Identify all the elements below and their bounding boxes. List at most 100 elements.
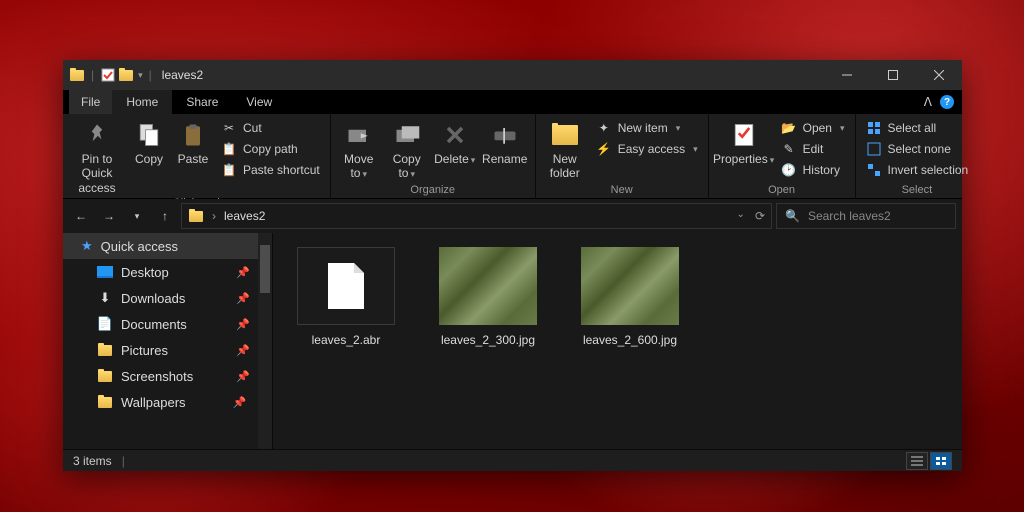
delete-button[interactable]: Delete▾	[433, 116, 477, 166]
image-thumbnail	[439, 247, 537, 325]
pin-to-quick-access-button[interactable]: Pin to Quick access	[69, 116, 125, 195]
quick-access-toolbar: | ▾ |	[69, 67, 156, 83]
edit-icon: ✎	[781, 141, 797, 157]
collapse-ribbon-icon[interactable]: ᐱ	[924, 95, 932, 109]
ribbon-group-open: Properties▾ 📂Open▾ ✎Edit 🕑History Open	[709, 114, 856, 198]
tab-home[interactable]: Home	[112, 90, 172, 114]
address-bar[interactable]: › leaves2 ⌄ ⟳	[181, 203, 772, 229]
search-icon: 🔍	[785, 209, 800, 223]
copy-to-button[interactable]: Copy to▾	[385, 116, 429, 181]
select-none-button[interactable]: Select none	[862, 139, 973, 159]
tab-share[interactable]: Share	[172, 90, 232, 114]
separator: |	[149, 68, 152, 82]
sidebar-scrollbar[interactable]	[258, 233, 272, 449]
copy-button[interactable]: Copy	[129, 116, 169, 166]
pin-icon: 📌	[236, 318, 250, 331]
move-to-button[interactable]: Move to▾	[337, 116, 381, 181]
up-button[interactable]: ↑	[153, 204, 177, 228]
tab-view[interactable]: View	[232, 90, 286, 114]
body: ★Quick access Desktop📌 ⬇Downloads📌 📄Docu…	[63, 233, 962, 449]
invert-icon	[866, 162, 882, 178]
sidebar-item-desktop[interactable]: Desktop📌	[63, 259, 272, 285]
newfolder-qat-icon[interactable]	[118, 67, 134, 83]
thumbnails-view-button[interactable]	[930, 452, 952, 470]
ribbon-group-clipboard: Pin to Quick access Copy Paste ✂Cut 📋Cop…	[63, 114, 331, 198]
file-menu[interactable]: File	[69, 90, 112, 114]
navbar: ← → ▾ ↑ › leaves2 ⌄ ⟳ 🔍 Search leaves2	[63, 199, 962, 233]
sidebar-item-screenshots[interactable]: Screenshots📌	[63, 363, 272, 389]
close-button[interactable]	[916, 60, 962, 90]
cut-button[interactable]: ✂Cut	[217, 118, 324, 138]
sidebar-item-downloads[interactable]: ⬇Downloads📌	[63, 285, 272, 311]
item-count: 3 items	[73, 454, 112, 468]
window-title: leaves2	[162, 68, 203, 82]
star-icon: ★	[81, 238, 93, 254]
folder-icon	[97, 368, 113, 384]
paste-icon	[177, 120, 209, 150]
forward-button[interactable]: →	[97, 204, 121, 228]
pin-icon: 📌	[236, 266, 250, 279]
moveto-icon	[343, 120, 375, 150]
open-button[interactable]: 📂Open▾	[777, 118, 849, 138]
paste-shortcut-button[interactable]: 📋Paste shortcut	[217, 160, 324, 180]
folder-icon	[69, 67, 85, 83]
file-item[interactable]: leaves_2_600.jpg	[575, 247, 685, 347]
folder-icon	[97, 394, 113, 410]
back-button[interactable]: ←	[69, 204, 93, 228]
desktop-icon	[97, 264, 113, 280]
copy-path-button[interactable]: 📋Copy path	[217, 139, 324, 159]
breadcrumb-current[interactable]: leaves2	[224, 209, 265, 223]
file-item[interactable]: leaves_2_300.jpg	[433, 247, 543, 347]
recent-dropdown[interactable]: ▾	[125, 204, 149, 228]
history-button[interactable]: 🕑History	[777, 160, 849, 180]
edit-button[interactable]: ✎Edit	[777, 139, 849, 159]
ribbon-group-new: New folder ✦New item▾ ⚡Easy access▾ New	[536, 114, 709, 198]
sidebar-item-pictures[interactable]: Pictures📌	[63, 337, 272, 363]
maximize-button[interactable]	[870, 60, 916, 90]
qat-dropdown-icon[interactable]: ▾	[138, 70, 143, 81]
open-icon: 📂	[781, 120, 797, 136]
download-icon: ⬇	[97, 290, 113, 306]
rename-button[interactable]: Rename	[481, 116, 529, 166]
properties-button[interactable]: Properties▾	[715, 116, 773, 166]
group-label: Select	[862, 182, 973, 198]
file-thumbnail	[297, 247, 395, 325]
paste-button[interactable]: Paste	[173, 116, 213, 166]
ribbon-group-select: Select all Select none Invert selection …	[856, 114, 979, 198]
sidebar-item-wallpapers[interactable]: Wallpapers📌⌄	[63, 389, 272, 415]
file-item[interactable]: leaves_2.abr	[291, 247, 401, 347]
sidebar-item-documents[interactable]: 📄Documents📌	[63, 311, 272, 337]
invert-selection-button[interactable]: Invert selection	[862, 160, 973, 180]
group-label: Open	[715, 182, 849, 198]
minimize-button[interactable]	[824, 60, 870, 90]
properties-icon	[728, 120, 760, 150]
folder-icon	[97, 342, 113, 358]
select-all-button[interactable]: Select all	[862, 118, 973, 138]
ribbon: Pin to Quick access Copy Paste ✂Cut 📋Cop…	[63, 114, 962, 199]
refresh-button[interactable]: ⟳	[755, 209, 765, 223]
new-folder-button[interactable]: New folder	[542, 116, 588, 181]
new-item-button[interactable]: ✦New item▾	[592, 118, 702, 138]
statusbar: 3 items |	[63, 449, 962, 471]
easy-access-button[interactable]: ⚡Easy access▾	[592, 139, 702, 159]
sidebar-item-quick-access[interactable]: ★Quick access	[63, 233, 272, 259]
titlebar: | ▾ | leaves2	[63, 60, 962, 90]
navigation-pane: ★Quick access Desktop📌 ⬇Downloads📌 📄Docu…	[63, 233, 273, 449]
file-name: leaves_2.abr	[312, 333, 381, 347]
pin-icon: 📌	[236, 370, 250, 383]
file-list[interactable]: leaves_2.abr leaves_2_300.jpg leaves_2_6…	[273, 233, 962, 449]
pin-icon	[81, 120, 113, 150]
properties-qat-icon[interactable]	[100, 67, 116, 83]
newfolder-icon	[549, 120, 581, 150]
breadcrumb-dropdown-icon[interactable]: ⌄	[737, 209, 745, 223]
shortcut-icon: 📋	[221, 162, 237, 178]
help-icon[interactable]: ?	[940, 95, 954, 109]
pin-icon: 📌	[233, 396, 247, 409]
pin-icon: 📌	[236, 292, 250, 305]
search-box[interactable]: 🔍 Search leaves2	[776, 203, 956, 229]
copyto-icon	[391, 120, 423, 150]
details-view-button[interactable]	[906, 452, 928, 470]
search-placeholder: Search leaves2	[808, 209, 891, 223]
file-name: leaves_2_600.jpg	[583, 333, 677, 347]
cut-icon: ✂	[221, 120, 237, 136]
